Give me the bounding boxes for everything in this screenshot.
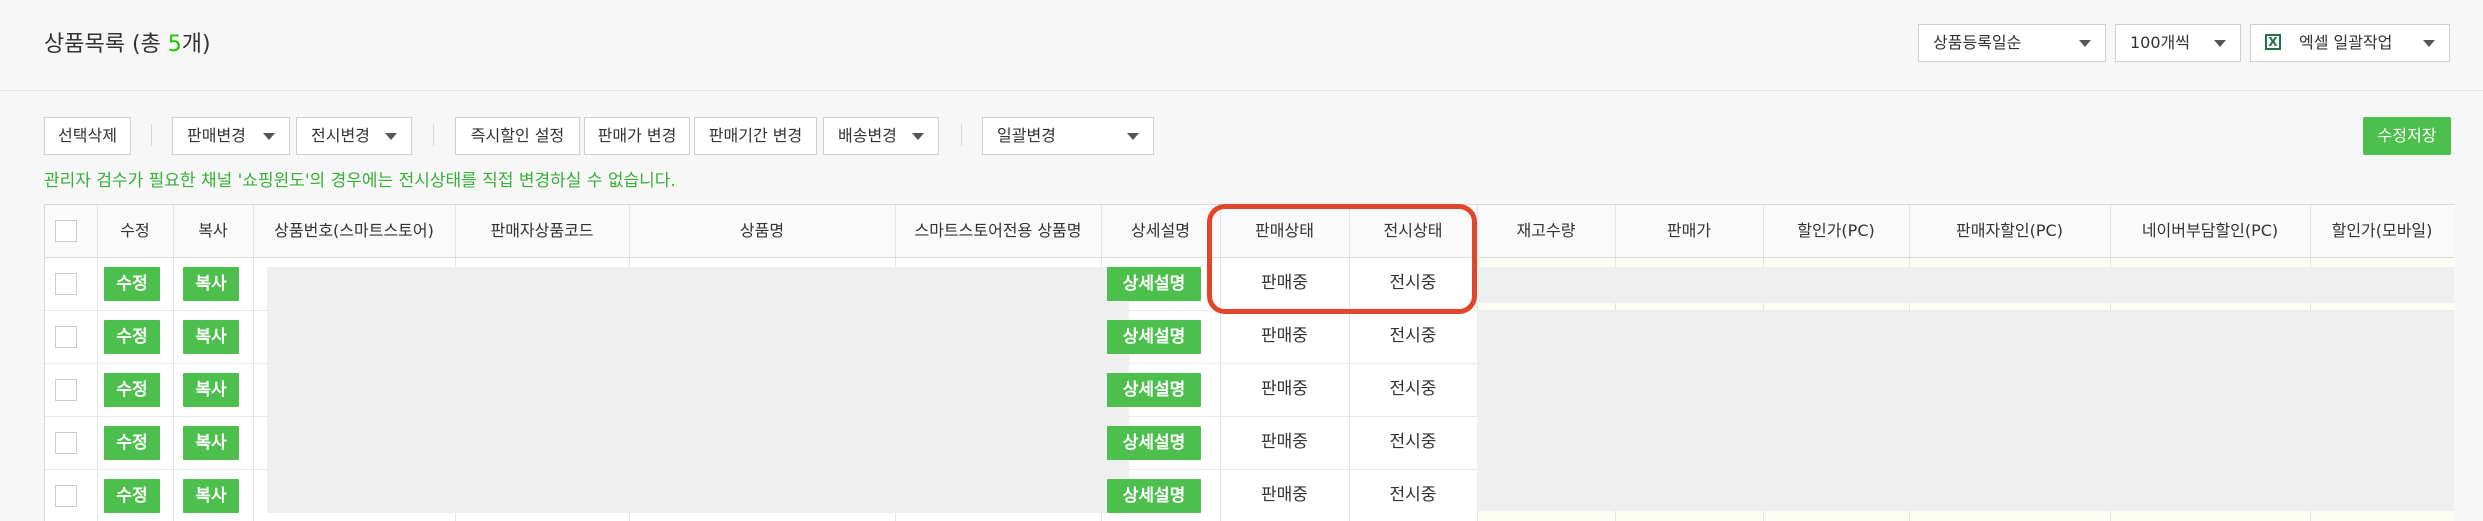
sale-status-cell: 판매중 (1261, 485, 1308, 505)
chevron-down-icon (2423, 40, 2435, 47)
title-prefix: 상품목록 (총 (44, 32, 168, 57)
excel-bulk-label: 엑셀 일괄작업 (2299, 33, 2393, 52)
header-store-product-name: 스마트스토어전용 상품명 (914, 221, 1082, 240)
redacted-price-values (1477, 311, 2454, 511)
display-status-cell: 전시중 (1389, 432, 1437, 452)
copy-button[interactable]: 복사 (183, 320, 239, 354)
header-naver-discount-pc: 네이버부담할인(PC) (2141, 221, 2279, 240)
sale-status-cell: 판매중 (1261, 379, 1308, 399)
header-discount-mobile: 할인가(모바일) (2331, 221, 2433, 240)
edit-button[interactable]: 수정 (104, 373, 160, 407)
header-product-number: 상품번호(스마트스토어) (274, 221, 434, 240)
instant-discount-button[interactable]: 즉시할인 설정 (455, 117, 580, 155)
chevron-down-icon (385, 133, 397, 140)
save-changes-button[interactable]: 수정저장 (2363, 117, 2451, 155)
edit-button[interactable]: 수정 (104, 320, 160, 354)
title-suffix: 개) (181, 32, 211, 57)
copy-button[interactable]: 복사 (183, 479, 239, 513)
excel-icon: X (2265, 34, 2281, 50)
period-change-button[interactable]: 판매기간 변경 (694, 117, 817, 155)
header-seller-discount-pc: 판매자할인(PC) (1956, 221, 2063, 240)
edit-button[interactable]: 수정 (104, 426, 160, 460)
display-status-cell: 전시중 (1389, 379, 1437, 399)
top-bar: 상품목록 (총 5개) 상품등록일순 100개씩 X 엑셀 일괄작업 (0, 0, 2483, 91)
chevron-down-icon (1127, 133, 1139, 140)
chevron-down-icon (912, 133, 924, 140)
status-columns-highlight (1207, 204, 1477, 314)
chevron-down-icon (2214, 40, 2226, 47)
copy-button[interactable]: 복사 (183, 373, 239, 407)
price-change-button[interactable]: 판매가 변경 (584, 117, 690, 155)
display-change-label: 전시변경 (311, 126, 370, 145)
row-checkbox[interactable] (55, 379, 77, 401)
sale-change-dropdown[interactable]: 판매변경 (172, 117, 290, 155)
edit-button[interactable]: 수정 (104, 479, 160, 513)
page-size-value: 100개씩 (2130, 33, 2190, 52)
divider (151, 124, 152, 146)
divider (433, 124, 434, 146)
copy-button[interactable]: 복사 (183, 426, 239, 460)
detail-button[interactable]: 상세설명 (1107, 320, 1201, 354)
display-status-cell: 전시중 (1389, 485, 1437, 505)
detail-button[interactable]: 상세설명 (1107, 267, 1201, 301)
select-all-checkbox[interactable] (55, 220, 77, 242)
row-checkbox[interactable] (55, 326, 77, 348)
display-status-cell: 전시중 (1389, 326, 1437, 346)
bulk-change-dropdown[interactable]: 일괄변경 (982, 117, 1154, 155)
delete-selected-button[interactable]: 선택삭제 (44, 117, 131, 155)
row-checkbox[interactable] (55, 432, 77, 454)
header-detail: 상세설명 (1131, 221, 1190, 240)
sale-status-cell: 판매중 (1261, 432, 1308, 452)
page-size-select[interactable]: 100개씩 (2115, 24, 2241, 62)
redacted-product-info (267, 267, 1129, 513)
detail-button[interactable]: 상세설명 (1107, 426, 1201, 460)
chevron-down-icon (2079, 40, 2091, 47)
sort-select-value: 상품등록일순 (1933, 33, 2022, 52)
product-count: 5 (167, 32, 182, 57)
excel-bulk-select[interactable]: X 엑셀 일괄작업 (2250, 24, 2450, 62)
divider (961, 124, 962, 146)
bulk-change-label: 일괄변경 (997, 126, 1056, 145)
row-checkbox[interactable] (55, 485, 77, 507)
shipping-change-label: 배송변경 (838, 126, 897, 145)
channel-notice: 관리자 검수가 필요한 채널 '쇼핑윈도'의 경우에는 전시상태를 직접 변경하… (44, 171, 676, 191)
copy-button[interactable]: 복사 (183, 267, 239, 301)
sale-status-cell: 판매중 (1261, 326, 1308, 346)
shipping-change-dropdown[interactable]: 배송변경 (823, 117, 939, 155)
header-edit: 수정 (120, 221, 150, 240)
row-checkbox[interactable] (55, 273, 77, 295)
header-stock: 재고수량 (1516, 221, 1576, 240)
sale-change-label: 판매변경 (187, 126, 246, 145)
header-seller-code: 판매자상품코드 (490, 221, 594, 240)
sort-select[interactable]: 상품등록일순 (1918, 24, 2106, 62)
header-price: 판매가 (1666, 221, 1712, 240)
header-product-name: 상품명 (739, 221, 785, 240)
display-change-dropdown[interactable]: 전시변경 (296, 117, 412, 155)
header-discount-pc: 할인가(PC) (1797, 221, 1875, 240)
redacted-price-row (1477, 267, 2454, 303)
header-copy: 복사 (198, 221, 228, 240)
page-title: 상품목록 (총 5개) (44, 26, 211, 58)
chevron-down-icon (263, 133, 275, 140)
detail-button[interactable]: 상세설명 (1107, 373, 1201, 407)
edit-button[interactable]: 수정 (104, 267, 160, 301)
detail-button[interactable]: 상세설명 (1107, 479, 1201, 513)
